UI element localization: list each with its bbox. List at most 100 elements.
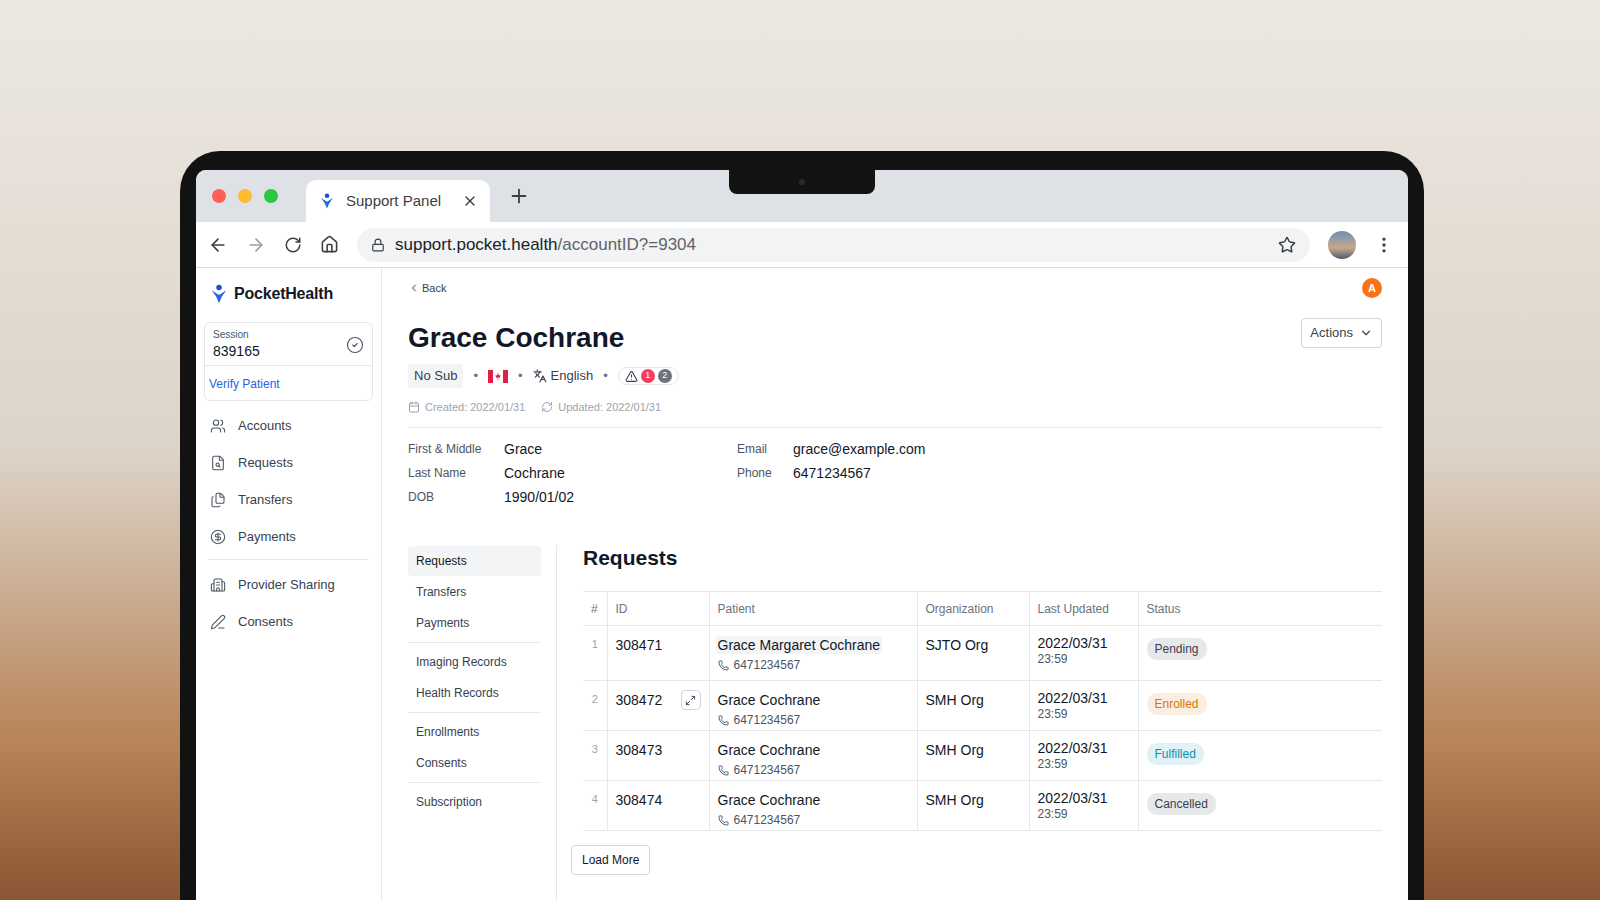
- back-link[interactable]: Back: [408, 280, 446, 297]
- lock-icon: [371, 238, 385, 252]
- language-badge: English: [533, 366, 594, 386]
- section-nav-item[interactable]: Enrollments: [408, 717, 541, 747]
- sidebar: PocketHealth Session839165 Verify Patient A…: [196, 268, 382, 900]
- requests-title: Requests: [583, 545, 1382, 571]
- sidebar-nav: AccountsRequestsTransfersPayments Provide…: [196, 407, 381, 640]
- table-row[interactable]: 3308473Grace Cochrane6471234567SMH Org20…: [583, 731, 1382, 781]
- back-arrow-icon[interactable]: [208, 235, 228, 255]
- sidebar-item[interactable]: Accounts: [208, 407, 369, 444]
- alert-count: 2: [658, 369, 672, 383]
- transfers-icon: [210, 492, 226, 508]
- chevron-down-icon: [1359, 326, 1373, 340]
- account-detail: BackAGrace CochraneActionsNo Sub••Englis…: [382, 268, 1408, 900]
- load-more-button[interactable]: Load More: [571, 845, 650, 875]
- expand-button[interactable]: [681, 690, 701, 710]
- consents-icon: [210, 614, 226, 630]
- warning-icon: [625, 370, 638, 383]
- actions-button[interactable]: Actions: [1301, 318, 1382, 348]
- patient-name-cell[interactable]: Grace Cochrane: [716, 741, 823, 759]
- subscription-badge: No Sub: [408, 364, 463, 388]
- field-row: Phone6471234567: [737, 461, 926, 485]
- pockethealth-logo-icon: [318, 192, 336, 210]
- field-row: Emailgrace@example.com: [737, 437, 926, 461]
- session-verified-icon: [346, 336, 364, 354]
- requests-icon: [210, 455, 226, 471]
- browser-menu-icon[interactable]: [1374, 235, 1394, 255]
- photo-background: Support Panel support.pocket.health/accou…: [0, 0, 1600, 900]
- app-logo[interactable]: PocketHealth: [196, 282, 381, 306]
- provider-sharing-icon: [210, 577, 226, 593]
- phone-icon: [718, 815, 729, 826]
- sidebar-item[interactable]: Consents: [208, 603, 369, 640]
- pockethealth-logo-icon: [208, 283, 230, 305]
- close-window-button[interactable]: [212, 189, 226, 203]
- patient-name-cell[interactable]: Grace Cochrane: [716, 791, 823, 809]
- patient-fields: First & MiddleGraceLast NameCochraneDOB1…: [408, 428, 1382, 509]
- table-row[interactable]: 2308472Grace Cochrane6471234567SMH Org20…: [583, 681, 1382, 731]
- canada-flag-icon: [488, 370, 508, 383]
- screen: Support Panel support.pocket.health/accou…: [196, 170, 1408, 900]
- new-tab-icon[interactable]: [508, 185, 530, 207]
- home-icon[interactable]: [320, 235, 339, 254]
- section-nav-item[interactable]: Transfers: [408, 577, 541, 607]
- payments-icon: [210, 529, 226, 545]
- request-id: 308471: [616, 635, 663, 656]
- table-row[interactable]: 4308474Grace Cochrane6471234567SMH Org20…: [583, 781, 1382, 831]
- section-nav: RequestsTransfersPayments Imaging Records…: [408, 545, 541, 900]
- status-badge: Fulfilled: [1147, 743, 1204, 765]
- reload-icon[interactable]: [284, 236, 302, 254]
- calendar-icon: [408, 401, 420, 413]
- window-controls: [212, 189, 278, 203]
- section-nav-item[interactable]: Subscription: [408, 787, 541, 817]
- request-id: 308474: [616, 790, 663, 811]
- profile-avatar[interactable]: [1328, 231, 1356, 259]
- translate-icon: [533, 369, 547, 383]
- requests-table: #IDPatientOrganizationLast UpdatedStatus…: [583, 591, 1382, 831]
- user-avatar[interactable]: A: [1362, 278, 1382, 298]
- field-row: First & MiddleGrace: [408, 437, 737, 461]
- patient-name-cell[interactable]: Grace Cochrane: [716, 691, 823, 709]
- alert-count: 1: [641, 369, 655, 383]
- table-row[interactable]: 1308471Grace Margaret Cochrane6471234567…: [583, 626, 1382, 681]
- maximize-window-button[interactable]: [264, 189, 278, 203]
- request-id: 308473: [616, 740, 663, 761]
- section-nav-item[interactable]: Consents: [408, 748, 541, 778]
- section-nav-item[interactable]: Imaging Records: [408, 647, 541, 677]
- verify-patient-link[interactable]: Verify Patient: [209, 377, 280, 391]
- column-header: #: [583, 592, 607, 626]
- session-number: 839165: [213, 341, 346, 361]
- column-header: ID: [607, 592, 709, 626]
- forward-arrow-icon[interactable]: [246, 235, 266, 255]
- section-nav-item[interactable]: Payments: [408, 608, 541, 638]
- bookmark-star-icon[interactable]: [1278, 236, 1296, 254]
- column-header: Status: [1138, 592, 1382, 626]
- section-nav-item[interactable]: Health Records: [408, 678, 541, 708]
- sidebar-item[interactable]: Provider Sharing: [208, 566, 369, 603]
- alerts-badge[interactable]: 12: [618, 367, 679, 385]
- updated-icon: [541, 401, 553, 413]
- address-bar[interactable]: support.pocket.health/accountID?=9304: [357, 228, 1310, 262]
- field-row: Last NameCochrane: [408, 461, 737, 485]
- url: support.pocket.health/accountID?=9304: [395, 232, 1268, 258]
- browser-tab[interactable]: Support Panel: [306, 180, 490, 222]
- meta-row: Created: 2022/01/31Updated: 2022/01/31: [408, 398, 1382, 416]
- sidebar-item[interactable]: Transfers: [208, 481, 369, 518]
- phone-icon: [718, 660, 729, 671]
- close-tab-icon[interactable]: [462, 193, 478, 209]
- phone-icon: [718, 765, 729, 776]
- field-row: DOB1990/01/02: [408, 485, 737, 509]
- status-badge: Pending: [1147, 638, 1207, 660]
- session-card: Session839165 Verify Patient: [204, 322, 373, 401]
- session-label: Session: [213, 329, 346, 341]
- sidebar-item[interactable]: Requests: [208, 444, 369, 481]
- app: PocketHealth Session839165 Verify Patient A…: [196, 268, 1408, 900]
- section-nav-item[interactable]: Requests: [408, 546, 541, 576]
- minimize-window-button[interactable]: [238, 189, 252, 203]
- expand-icon: [685, 695, 696, 706]
- patient-name-cell[interactable]: Grace Margaret Cochrane: [716, 636, 883, 654]
- status-badge: Cancelled: [1147, 793, 1216, 815]
- patient-name: Grace Cochrane: [408, 320, 624, 356]
- table-header: #IDPatientOrganizationLast UpdatedStatus: [583, 592, 1382, 626]
- column-header: Organization: [917, 592, 1029, 626]
- sidebar-item[interactable]: Payments: [208, 518, 369, 555]
